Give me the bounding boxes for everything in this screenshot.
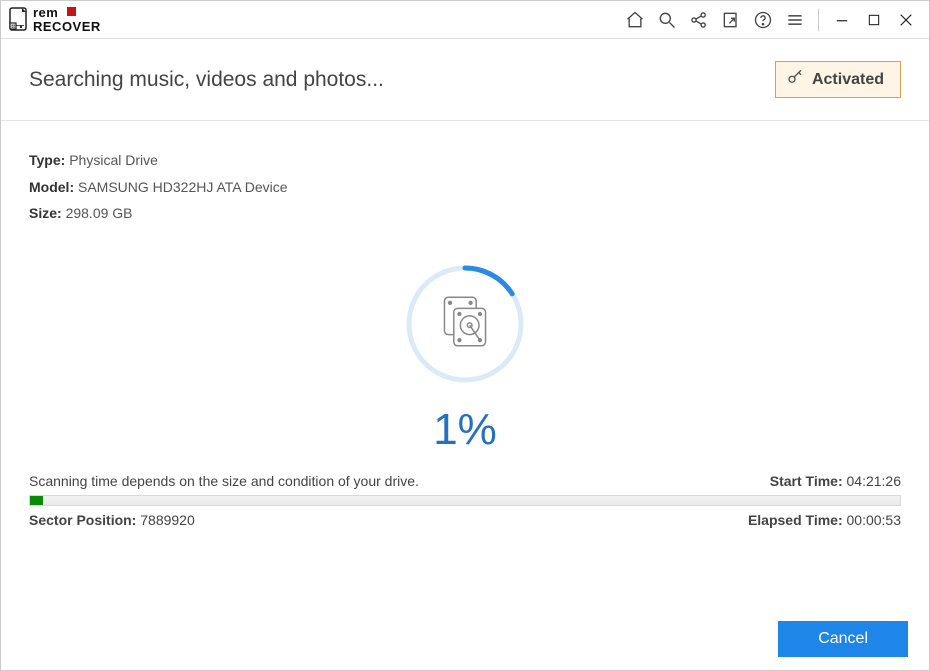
drive-model-value: SAMSUNG HD322HJ ATA Device	[78, 179, 288, 195]
help-icon[interactable]	[748, 5, 778, 35]
drive-size-label: Size:	[29, 205, 62, 221]
share-icon[interactable]	[684, 5, 714, 35]
page-title: Searching music, videos and photos...	[29, 68, 775, 92]
drive-model-label: Model:	[29, 179, 74, 195]
elapsed-time-label: Elapsed Time:	[748, 512, 843, 528]
page-header: Searching music, videos and photos... Ac…	[1, 39, 929, 121]
cancel-button[interactable]: Cancel	[778, 621, 908, 657]
drive-type-value: Physical Drive	[69, 152, 158, 168]
drive-size-row: Size: 298.09 GB	[29, 200, 901, 227]
progress-ring	[400, 259, 530, 389]
search-icon[interactable]	[652, 5, 682, 35]
activated-label: Activated	[812, 71, 884, 89]
footer: Cancel	[778, 621, 908, 657]
scan-progress-fill	[30, 496, 43, 505]
progress-area: 1%	[1, 259, 929, 455]
start-time-value: 04:21:26	[847, 473, 902, 489]
sector-position-value: 7889920	[140, 512, 195, 528]
maximize-icon[interactable]	[859, 5, 889, 35]
close-icon[interactable]	[891, 5, 921, 35]
titlebar-separator	[818, 9, 819, 31]
minimize-icon[interactable]	[827, 5, 857, 35]
titlebar-toolbar	[620, 5, 921, 35]
hdd-icon	[437, 293, 493, 354]
drive-type-row: Type: Physical Drive	[29, 147, 901, 174]
app-logo: rem RECOVER	[9, 5, 133, 35]
activated-badge: Activated	[775, 61, 901, 98]
svg-text:rem: rem	[33, 5, 58, 20]
key-icon	[786, 68, 804, 91]
scan-info: Scanning time depends on the size and co…	[1, 455, 929, 528]
menu-icon[interactable]	[780, 5, 810, 35]
export-icon[interactable]	[716, 5, 746, 35]
scan-progress-bar	[29, 495, 901, 506]
drive-info: Type: Physical Drive Model: SAMSUNG HD32…	[1, 121, 929, 227]
drive-size-value: 298.09 GB	[66, 205, 133, 221]
home-icon[interactable]	[620, 5, 650, 35]
titlebar: rem RECOVER	[1, 1, 929, 39]
drive-type-label: Type:	[29, 152, 65, 168]
svg-text:RECOVER: RECOVER	[33, 19, 101, 34]
scan-note: Scanning time depends on the size and co…	[29, 473, 419, 489]
start-time-label: Start Time:	[770, 473, 843, 489]
sector-position-label: Sector Position:	[29, 512, 136, 528]
elapsed-time-value: 00:00:53	[847, 512, 902, 528]
progress-percent: 1%	[433, 405, 497, 455]
drive-model-row: Model: SAMSUNG HD322HJ ATA Device	[29, 174, 901, 201]
